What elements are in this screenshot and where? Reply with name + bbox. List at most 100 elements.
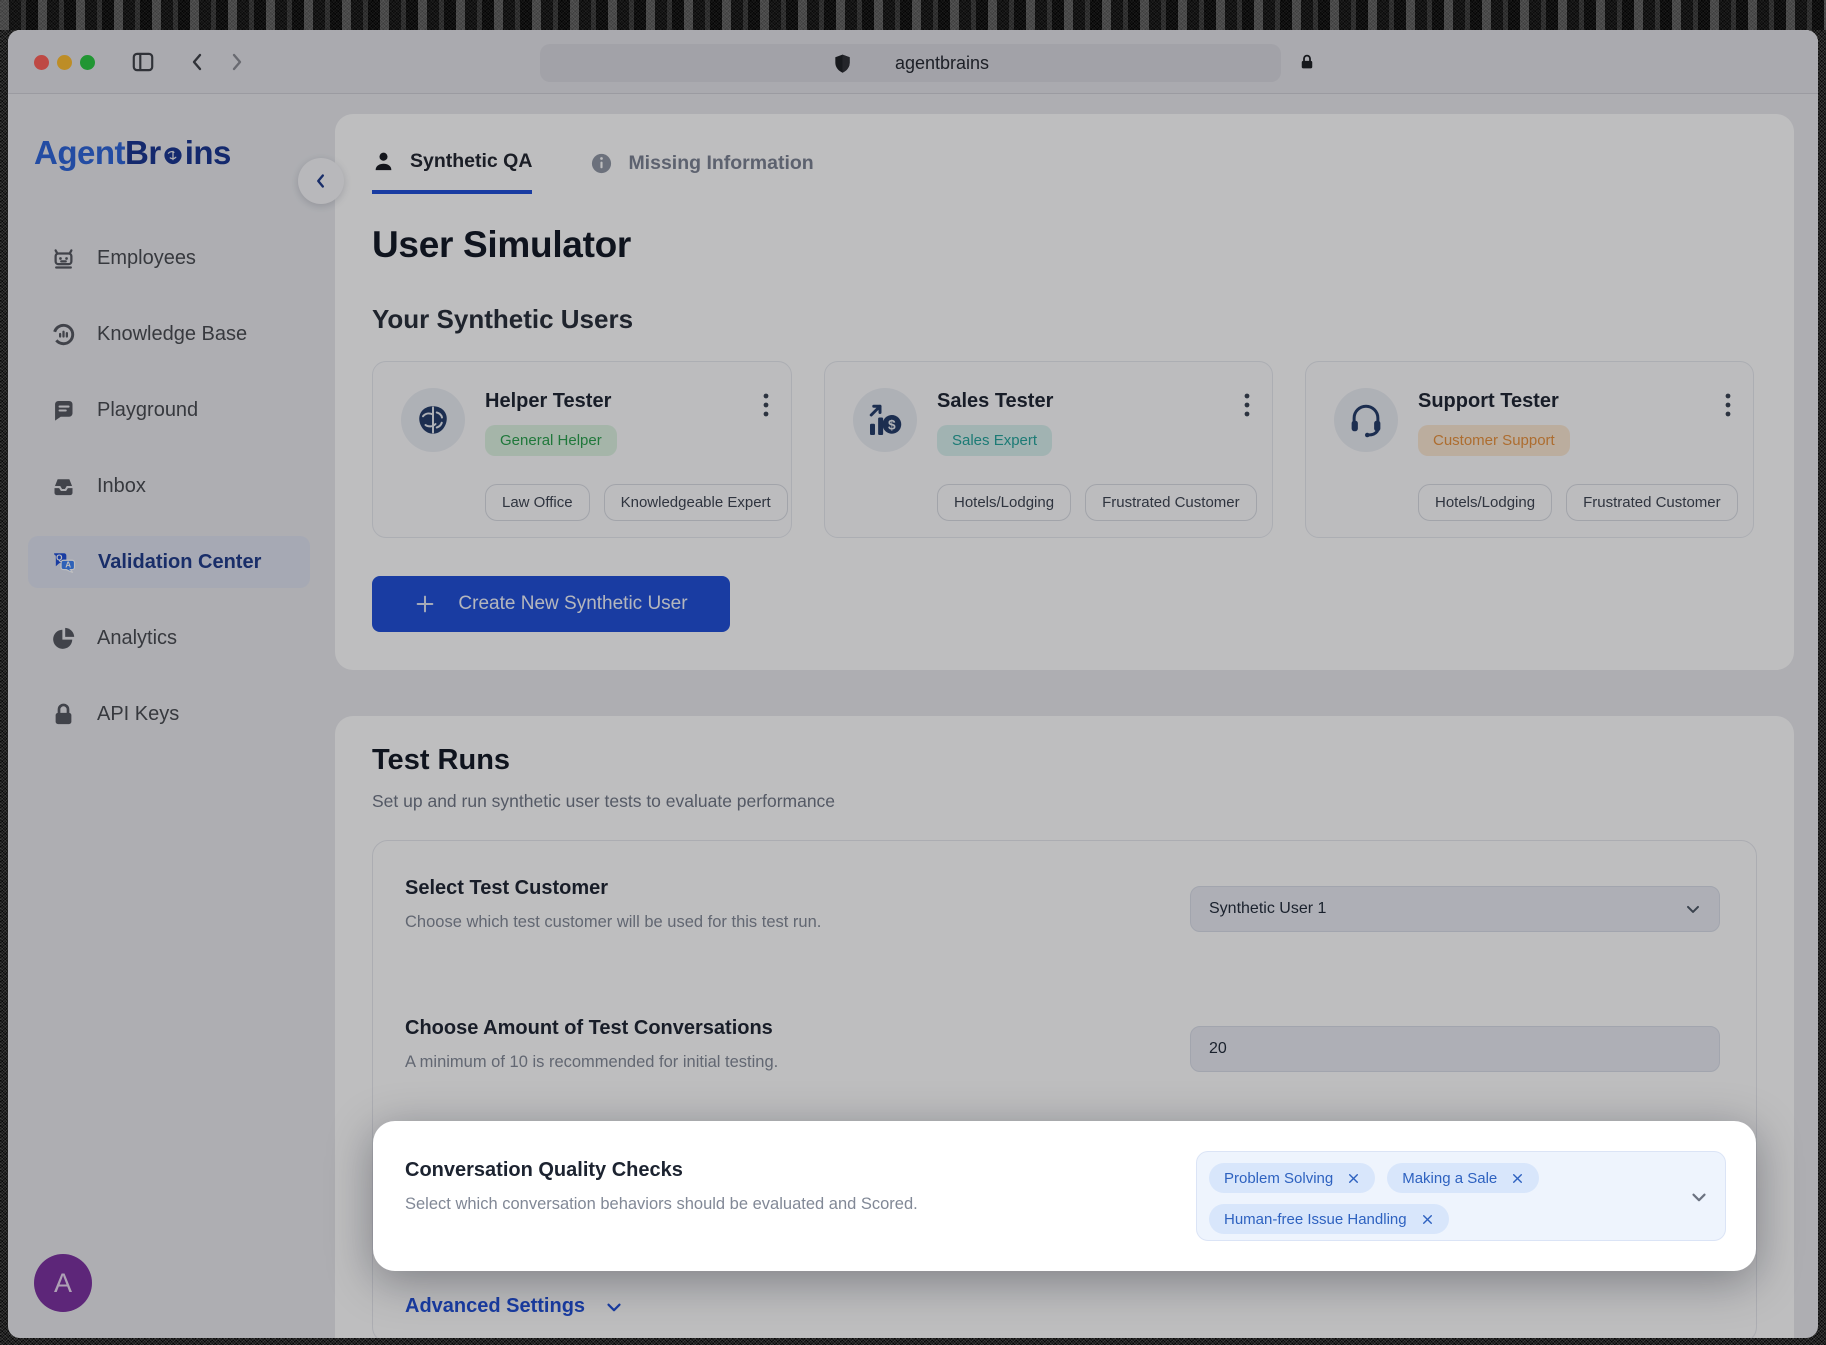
address-bar[interactable]: agentbrains bbox=[540, 44, 1281, 82]
collapse-sidebar-button[interactable] bbox=[298, 158, 344, 204]
chip-label: Human-free Issue Handling bbox=[1224, 1211, 1407, 1228]
sidebar-item-knowledge-base[interactable]: Knowledge Base bbox=[28, 308, 310, 360]
zoom-window-button[interactable] bbox=[80, 55, 95, 70]
synthetic-user-card-support-tester[interactable]: Support Tester Customer Support Hotels/L… bbox=[1305, 361, 1754, 538]
tab-label: Synthetic QA bbox=[410, 150, 532, 173]
kebab-menu-icon[interactable] bbox=[1244, 392, 1250, 418]
conversation-amount-input[interactable] bbox=[1209, 1040, 1701, 1058]
minimize-window-button[interactable] bbox=[57, 55, 72, 70]
sidebar-item-analytics[interactable]: Analytics bbox=[28, 612, 310, 664]
sidebar-item-employees[interactable]: Employees bbox=[28, 232, 310, 284]
synthetic-user-name: Sales Tester bbox=[937, 390, 1053, 413]
chevron-down-icon[interactable] bbox=[1688, 1186, 1710, 1208]
advanced-settings-toggle[interactable]: Advanced Settings bbox=[373, 1271, 1756, 1338]
browser-titlebar: agentbrains bbox=[8, 30, 1818, 94]
kebab-menu-icon[interactable] bbox=[763, 392, 769, 418]
shield-icon[interactable] bbox=[832, 52, 853, 75]
select-test-customer-row: Select Test Customer Choose which test c… bbox=[373, 841, 1756, 981]
conversation-amount-input-wrap bbox=[1190, 1026, 1720, 1072]
chip-human-free-issue-handling[interactable]: Human-free Issue Handling bbox=[1209, 1204, 1449, 1234]
logo-part-br: Br bbox=[125, 134, 161, 172]
user-tag: Hotels/Lodging bbox=[937, 484, 1071, 521]
plus-icon bbox=[414, 593, 436, 615]
chevron-left-icon bbox=[310, 170, 332, 192]
quality-checks-multiselect[interactable]: Problem Solving Making a Sale bbox=[1196, 1151, 1726, 1241]
desktop-background: agentbrains AgentBr ins bbox=[0, 0, 1826, 1345]
sidebar-item-label: Validation Center bbox=[98, 551, 261, 574]
knowledge-donut-icon bbox=[50, 321, 77, 348]
synthetic-user-name: Support Tester bbox=[1418, 390, 1570, 413]
synthetic-user-name: Helper Tester bbox=[485, 390, 617, 413]
url-text: agentbrains bbox=[895, 53, 989, 74]
role-badge: Sales Expert bbox=[937, 425, 1052, 456]
robot-icon bbox=[50, 245, 77, 272]
page-title: User Simulator bbox=[372, 224, 1757, 266]
chip-label: Problem Solving bbox=[1224, 1170, 1333, 1187]
sales-chart-icon: $ bbox=[853, 388, 917, 452]
tab-missing-information[interactable]: Missing Information bbox=[590, 150, 813, 194]
test-runs-title: Test Runs bbox=[372, 744, 1757, 777]
user-avatar[interactable]: A bbox=[34, 1254, 92, 1312]
sidebar-item-api-keys[interactable]: API Keys bbox=[28, 688, 310, 740]
forward-icon[interactable] bbox=[224, 49, 248, 75]
create-button-label: Create New Synthetic User bbox=[458, 593, 687, 615]
sidebar-item-label: Knowledge Base bbox=[97, 323, 247, 346]
qa-bubbles-icon: Q A bbox=[50, 548, 78, 576]
chip-problem-solving[interactable]: Problem Solving bbox=[1209, 1163, 1375, 1193]
conversation-amount-row: Choose Amount of Test Conversations A mi… bbox=[373, 981, 1756, 1121]
test-run-settings: Select Test Customer Choose which test c… bbox=[372, 840, 1757, 1338]
chevron-down-icon bbox=[603, 1296, 625, 1318]
inbox-tray-icon bbox=[50, 473, 77, 500]
synthetic-user-card-helper-tester[interactable]: Helper Tester General Helper Law Office … bbox=[372, 361, 792, 538]
chat-bubble-icon bbox=[50, 397, 77, 424]
brain-puzzle-icon bbox=[401, 388, 465, 452]
test-customer-select[interactable]: Synthetic User 1 bbox=[1190, 886, 1720, 932]
sidebar-item-playground[interactable]: Playground bbox=[28, 384, 310, 436]
user-simulator-panel: Synthetic QA Missing Information User Si… bbox=[335, 114, 1794, 670]
remove-chip-icon[interactable] bbox=[1511, 1172, 1524, 1185]
chip-label: Making a Sale bbox=[1402, 1170, 1497, 1187]
back-icon[interactable] bbox=[186, 49, 210, 75]
tab-synthetic-qa[interactable]: Synthetic QA bbox=[372, 150, 532, 194]
selected-value: Synthetic User 1 bbox=[1209, 900, 1326, 918]
browser-window: agentbrains AgentBr ins bbox=[8, 30, 1818, 1338]
test-runs-panel: Test Runs Set up and run synthetic user … bbox=[335, 716, 1794, 1338]
tab-bar: Synthetic QA Missing Information bbox=[372, 150, 1757, 194]
tab-label: Missing Information bbox=[628, 152, 813, 175]
chip-making-a-sale[interactable]: Making a Sale bbox=[1387, 1163, 1539, 1193]
brain-icon bbox=[162, 145, 184, 167]
sidebar-item-label: Employees bbox=[97, 247, 196, 270]
close-window-button[interactable] bbox=[34, 55, 49, 70]
synthetic-user-card-sales-tester[interactable]: $ Sales Tester Sales Expert bbox=[824, 361, 1273, 538]
conversation-quality-checks-row: Conversation Quality Checks Select which… bbox=[373, 1121, 1756, 1271]
pie-chart-icon bbox=[50, 625, 77, 652]
user-tag: Frustrated Customer bbox=[1085, 484, 1257, 521]
agentbrains-logo: AgentBr ins bbox=[34, 134, 231, 172]
svg-text:A: A bbox=[65, 560, 71, 569]
remove-chip-icon[interactable] bbox=[1347, 1172, 1360, 1185]
user-tag: Knowledgeable Expert bbox=[604, 484, 788, 521]
logo-part-ins: ins bbox=[185, 134, 231, 172]
sidebar-item-validation-center[interactable]: Q A Validation Center bbox=[28, 536, 310, 588]
sidebar-item-inbox[interactable]: Inbox bbox=[28, 460, 310, 512]
user-tag: Hotels/Lodging bbox=[1418, 484, 1552, 521]
app-sidebar: AgentBr ins bbox=[8, 94, 330, 1338]
test-runs-subtitle: Set up and run synthetic user tests to e… bbox=[372, 791, 1757, 812]
section-title-synthetic-users: Your Synthetic Users bbox=[372, 304, 1757, 335]
info-icon bbox=[590, 152, 613, 175]
role-badge: General Helper bbox=[485, 425, 617, 456]
sidebar-item-label: Playground bbox=[97, 399, 198, 422]
headset-icon bbox=[1334, 388, 1398, 452]
lock-icon bbox=[1298, 51, 1316, 73]
person-icon bbox=[372, 150, 395, 173]
synthetic-user-cards: Helper Tester General Helper Law Office … bbox=[372, 361, 1757, 538]
sidebar-toggle-icon[interactable] bbox=[130, 49, 156, 75]
logo-part-agent: Agent bbox=[34, 134, 125, 172]
kebab-menu-icon[interactable] bbox=[1725, 392, 1731, 418]
user-tag: Frustrated Customer bbox=[1566, 484, 1738, 521]
lock-icon bbox=[50, 701, 77, 728]
sidebar-nav: Employees Knowledge Base bbox=[28, 232, 310, 740]
remove-chip-icon[interactable] bbox=[1421, 1213, 1434, 1226]
svg-text:$: $ bbox=[888, 417, 896, 432]
create-new-synthetic-user-button[interactable]: Create New Synthetic User bbox=[372, 576, 730, 632]
